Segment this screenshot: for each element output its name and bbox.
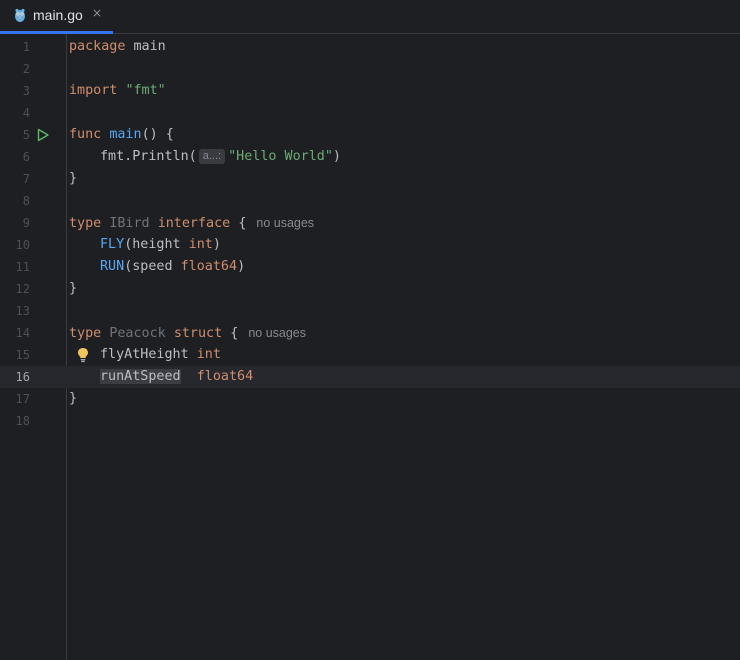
punctuation: ): [212, 237, 221, 252]
keyword: interface: [157, 216, 231, 231]
usages-hint[interactable]: no usages: [248, 326, 306, 340]
code-editor[interactable]: 1 package main 2 3 import "fmt" 4 5 func…: [0, 34, 740, 660]
line-number: 18: [15, 414, 30, 428]
line-number: 3: [22, 84, 30, 98]
opening-brace: {: [230, 326, 239, 341]
line-number: 4: [22, 106, 30, 120]
code-line[interactable]: 3 import "fmt": [0, 80, 740, 102]
type-keyword: float64: [196, 369, 254, 384]
editor-tab-bar: main.go ×: [0, 0, 740, 34]
code-line[interactable]: 12 }: [0, 278, 740, 300]
line-number: 16: [15, 370, 30, 384]
parameter-hint[interactable]: a...:: [198, 149, 226, 164]
line-number: 10: [15, 238, 30, 252]
field-name-selected: runAtSpeed: [100, 369, 181, 384]
line-number: 11: [15, 260, 30, 274]
string-literal: "Hello World": [228, 149, 333, 164]
function-call: fmt.Println(: [100, 149, 197, 164]
line-number: 12: [15, 282, 30, 296]
code-line[interactable]: 4: [0, 102, 740, 124]
close-icon[interactable]: ×: [90, 6, 104, 22]
type-keyword: int: [188, 237, 213, 252]
line-number: 6: [22, 150, 30, 164]
type-keyword: float64: [180, 259, 238, 274]
code-line[interactable]: 10 FLY(height int): [0, 234, 740, 256]
keyword: struct: [173, 326, 223, 341]
tab-filename: main.go: [33, 7, 83, 23]
line-number: 17: [15, 392, 30, 406]
code-line[interactable]: 17 }: [0, 388, 740, 410]
line-number: 9: [22, 216, 30, 230]
usages-hint[interactable]: no usages: [256, 216, 314, 230]
method-name: RUN: [100, 259, 125, 274]
code-line-current[interactable]: 16 runAtSpeed float64: [0, 366, 740, 388]
line-number: 1: [22, 40, 30, 54]
code-line[interactable]: 11 RUN(speed float64): [0, 256, 740, 278]
parameter: (height: [124, 237, 189, 252]
line-number: 13: [15, 304, 30, 318]
field-name: flyAtHeight: [100, 347, 189, 362]
line-number: 2: [22, 62, 30, 76]
function-name: main: [109, 127, 142, 142]
code-line[interactable]: 14 type Peacock struct { no usages: [0, 322, 740, 344]
keyword: func: [69, 127, 102, 142]
method-name: FLY: [100, 237, 125, 252]
code-line[interactable]: 1 package main: [0, 36, 740, 58]
code-line[interactable]: 2: [0, 58, 740, 80]
line-number: 7: [22, 172, 30, 186]
line-number: 14: [15, 326, 30, 340]
code-line[interactable]: 15 flyAtHeight int: [0, 344, 740, 366]
type-keyword: int: [196, 347, 221, 362]
type-name: Peacock: [109, 326, 166, 341]
code-line[interactable]: 5 func main() {: [0, 124, 740, 146]
keyword: import: [69, 83, 118, 98]
code-line[interactable]: 8: [0, 190, 740, 212]
code-line[interactable]: 18: [0, 410, 740, 432]
punctuation: () {: [141, 127, 174, 142]
type-name: IBird: [109, 216, 150, 231]
code-line[interactable]: 9 type IBird interface { no usages: [0, 212, 740, 234]
line-number: 15: [15, 348, 30, 362]
line-number: 5: [22, 128, 30, 142]
code-line[interactable]: 6 fmt.Println(a...: "Hello World"): [0, 146, 740, 168]
parameter: (speed: [124, 259, 181, 274]
string-literal: "fmt": [125, 83, 166, 98]
tab-main-go[interactable]: main.go ×: [0, 0, 113, 34]
code-line[interactable]: 13: [0, 300, 740, 322]
closing-brace: }: [69, 281, 78, 296]
keyword: package: [69, 39, 126, 54]
gopher-icon: [15, 8, 25, 22]
punctuation: ): [332, 149, 341, 164]
opening-brace: {: [238, 216, 247, 231]
keyword: type: [69, 216, 102, 231]
closing-brace: }: [69, 171, 78, 186]
punctuation: ): [237, 259, 246, 274]
run-icon[interactable]: [36, 128, 50, 142]
package-name: main: [133, 39, 166, 54]
line-number: 8: [22, 194, 30, 208]
code-line[interactable]: 7 }: [0, 168, 740, 190]
closing-brace: }: [69, 391, 78, 406]
keyword: type: [69, 326, 102, 341]
